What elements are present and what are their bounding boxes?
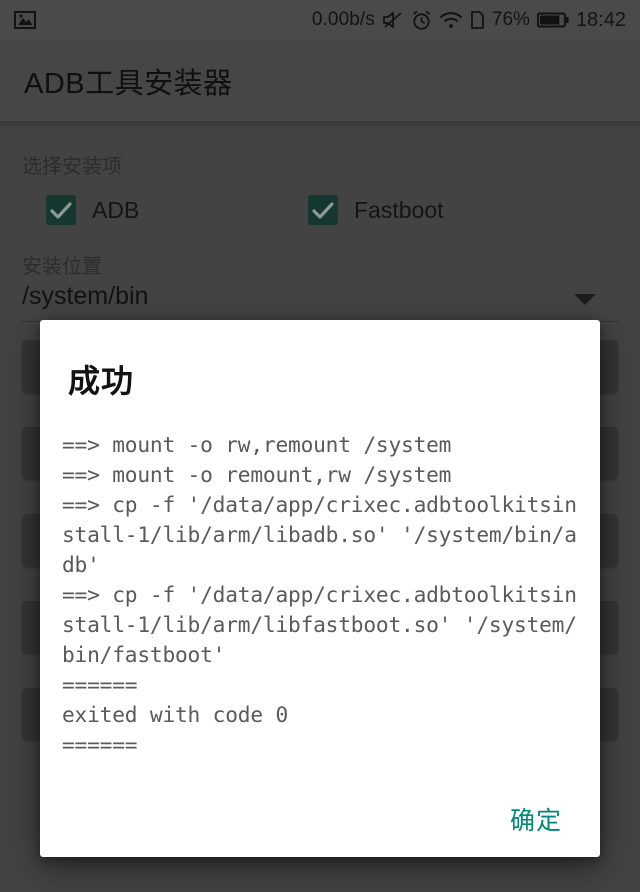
dialog-actions: 确定 (40, 781, 600, 857)
phone-screen: 0.00b/s 76% 18:42 ADB工具安装器 选择安装项 ADB Fas… (0, 0, 640, 892)
dialog-title: 成功 (68, 363, 135, 399)
ok-button[interactable]: 确定 (502, 793, 570, 845)
dialog-body: ==> mount -o rw,remount /system ==> moun… (40, 402, 600, 781)
dialog-log-text: ==> mount -o rw,remount /system ==> moun… (62, 432, 577, 757)
success-dialog: 成功 ==> mount -o rw,remount /system ==> m… (40, 320, 600, 857)
